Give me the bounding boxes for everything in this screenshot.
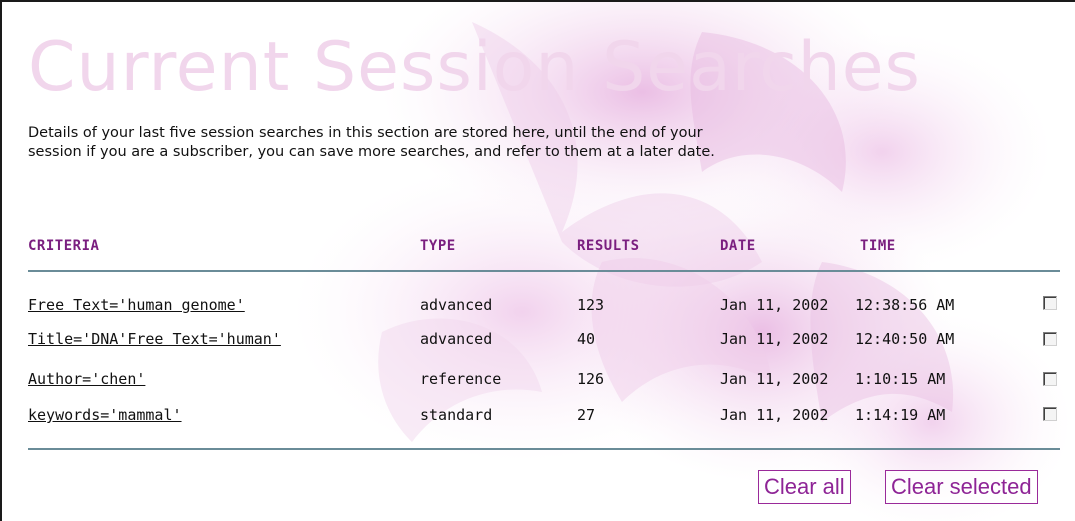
table-row-4-date: Jan 11, 2002 bbox=[720, 406, 829, 424]
table-row-3-time: 1:10:15 AM bbox=[855, 370, 946, 388]
row-select-checkbox[interactable] bbox=[1043, 296, 1057, 310]
criteria-link[interactable]: Title='DNA'Free Text='human' bbox=[28, 330, 281, 348]
row-select-checkbox[interactable] bbox=[1043, 407, 1057, 421]
criteria-link[interactable]: keywords='mammal' bbox=[28, 406, 182, 424]
column-header-time: TIME bbox=[860, 238, 896, 254]
table-row-2-results: 40 bbox=[577, 330, 596, 348]
table-row-3-results: 126 bbox=[577, 370, 605, 388]
header-divider bbox=[28, 270, 1060, 272]
criteria-link[interactable]: Free Text='human genome' bbox=[28, 296, 245, 314]
column-header-type: TYPE bbox=[420, 238, 456, 254]
column-header-date: DATE bbox=[720, 238, 756, 254]
table-row-1-criteria: Free Text='human genome' bbox=[28, 296, 245, 314]
table-row-4-criteria: keywords='mammal' bbox=[28, 406, 182, 424]
table-row-3-date: Jan 11, 2002 bbox=[720, 370, 829, 388]
table-row-2-criteria: Title='DNA'Free Text='human' bbox=[28, 330, 281, 348]
table-row-2-type: advanced bbox=[420, 330, 493, 348]
table-row-2-time: 12:40:50 AM bbox=[855, 330, 955, 348]
intro-text: Details of your last five session search… bbox=[28, 124, 1058, 162]
row-select-checkbox[interactable] bbox=[1043, 332, 1057, 346]
clear-selected-button[interactable]: Clear selected bbox=[885, 470, 1038, 504]
table-row-3-criteria: Author='chen' bbox=[28, 370, 145, 388]
table-row-1-results: 123 bbox=[577, 296, 605, 314]
criteria-link[interactable]: Author='chen' bbox=[28, 370, 145, 388]
page-title: Current Session Searches bbox=[28, 28, 921, 107]
table-row-4-time: 1:14:19 AM bbox=[855, 406, 946, 424]
row-select-checkbox[interactable] bbox=[1043, 372, 1057, 386]
table-row-4-type: standard bbox=[420, 406, 493, 424]
table-row-1-type: advanced bbox=[420, 296, 493, 314]
column-header-criteria: CRITERIA bbox=[28, 238, 100, 254]
table-row-1-date: Jan 11, 2002 bbox=[720, 296, 829, 314]
table-bottom-divider bbox=[28, 448, 1060, 450]
table-row-4-results: 27 bbox=[577, 406, 596, 424]
clear-all-button[interactable]: Clear all bbox=[758, 470, 851, 504]
column-header-results: RESULTS bbox=[577, 238, 640, 254]
intro-line-1: Details of your last five session search… bbox=[28, 125, 703, 141]
table-row-3-type: reference bbox=[420, 370, 502, 388]
table-row-1-time: 12:38:56 AM bbox=[855, 296, 955, 314]
intro-line-2: session if you are a subscriber, you can… bbox=[28, 144, 715, 160]
session-searches-panel: Current Session Searches Details of your… bbox=[0, 0, 1075, 521]
table-row-2-date: Jan 11, 2002 bbox=[720, 330, 829, 348]
